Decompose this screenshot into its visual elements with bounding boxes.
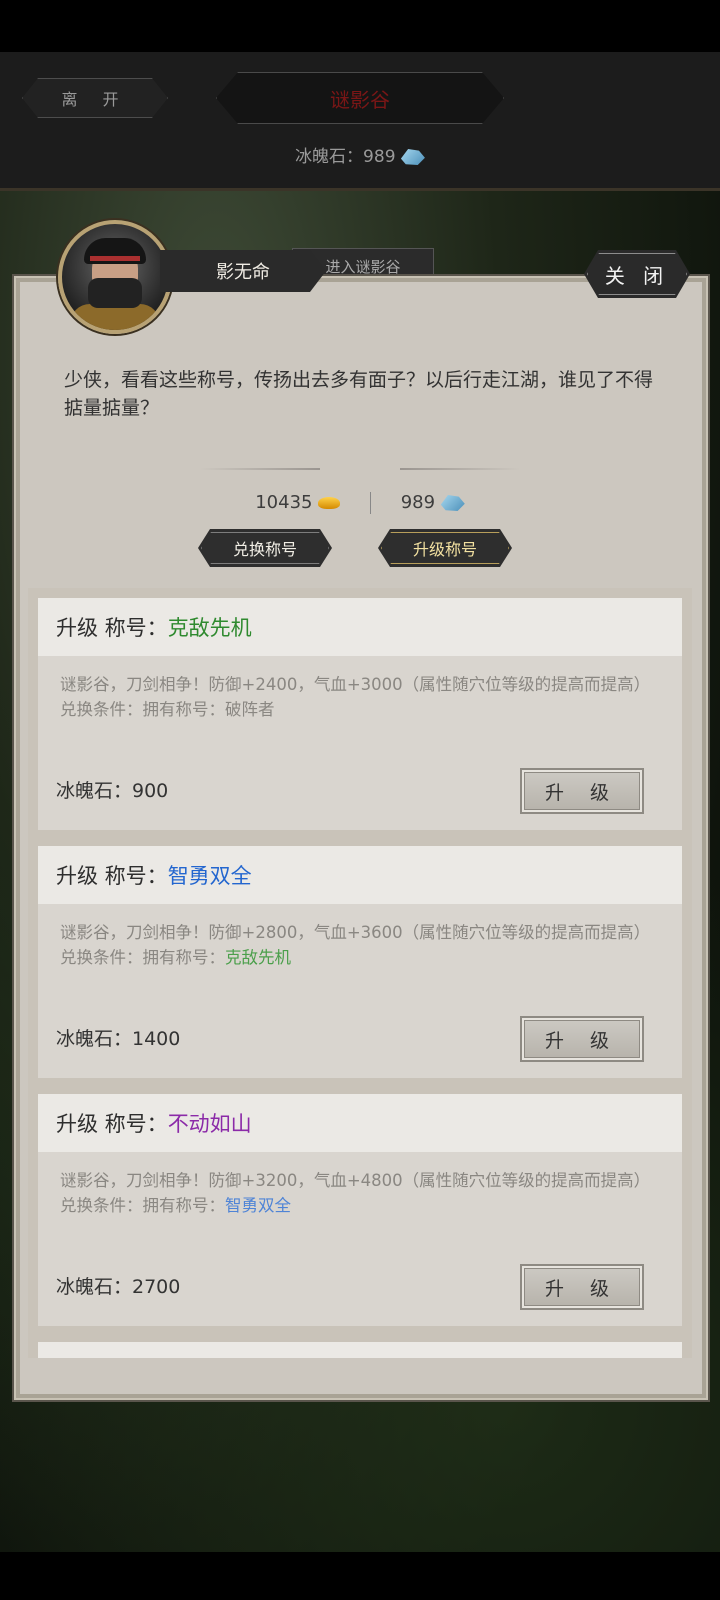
card-cost: 冰魄石：2700 <box>56 1276 181 1298</box>
upgrade-button[interactable]: 升 级 <box>520 1264 644 1310</box>
ice-stone-icon <box>400 149 425 165</box>
condition-label: 兑换条件：拥有称号： <box>60 1196 225 1215</box>
npc-avatar <box>58 220 172 334</box>
divider-left <box>200 468 320 470</box>
npc-dialogue: 少侠，看看这些称号，传扬出去多有面子？以后行走江湖，谁见了不得掂量掂量？ <box>64 369 654 419</box>
enter-valley-label: 进入谜影谷 <box>325 257 401 276</box>
condition-label: 兑换条件：拥有称号： <box>60 948 225 967</box>
npc-name: 影无命 <box>216 262 270 283</box>
navigation-bar <box>0 1552 720 1600</box>
tab-exchange-label: 兑换称号 <box>232 540 297 559</box>
card-cost: 冰魄石：900 <box>56 780 169 802</box>
upgrade-button[interactable]: 升 级 <box>520 768 644 814</box>
card-effect: 谜影谷，刀剑相争！防御+2400，气血+3000（属性随穴位等级的提高而提高） <box>60 675 651 694</box>
leave-label: 离 开 <box>61 90 129 109</box>
title-card <box>38 1342 682 1358</box>
close-button[interactable]: 关 闭 <box>584 250 690 298</box>
top-currency-label: 冰魄石：989 <box>295 147 396 167</box>
upgrade-label: 升 级 <box>544 1277 620 1300</box>
title-list[interactable]: 升级 称号： 克敌先机 谜影谷，刀剑相争！防御+2400，气血+3000（属性随… <box>28 588 692 1358</box>
card-prefix: 升级 称号： <box>56 864 168 888</box>
condition-value: 克敌先机 <box>225 948 291 967</box>
title-card: 升级 称号： 智勇双全 谜影谷，刀剑相争！防御+2800，气血+3600（属性随… <box>38 846 682 1078</box>
upgrade-label: 升 级 <box>544 781 620 804</box>
card-effect: 谜影谷，刀剑相争！防御+3200，气血+4800（属性随穴位等级的提高而提高） <box>60 1171 651 1190</box>
location-title: 谜影谷 <box>216 72 504 124</box>
gold-amount: 10435 <box>255 492 313 513</box>
tab-upgrade-label: 升级称号 <box>412 540 477 559</box>
ice-stone-icon <box>440 495 465 511</box>
condition-value: 破阵者 <box>225 700 275 719</box>
close-label: 关 闭 <box>604 263 670 288</box>
condition-value: 智勇双全 <box>225 1196 291 1215</box>
card-description: 谜影谷，刀剑相争！防御+2400，气血+3000（属性随穴位等级的提高而提高） … <box>60 672 660 722</box>
tab-exchange-title[interactable]: 兑换称号 <box>198 529 332 567</box>
currency-separator <box>369 492 371 514</box>
location-label: 谜影谷 <box>330 87 390 112</box>
gold-ingot-icon <box>318 497 341 509</box>
card-header <box>38 1342 682 1358</box>
card-condition: 兑换条件：拥有称号：智勇双全 <box>60 1193 660 1218</box>
npc-name-plate: 影无命 <box>160 250 326 292</box>
card-description: 谜影谷，刀剑相争！防御+3200，气血+4800（属性随穴位等级的提高而提高） … <box>60 1168 660 1218</box>
leave-button[interactable]: 离 开 <box>22 78 168 118</box>
title-card: 升级 称号： 克敌先机 谜影谷，刀剑相争！防御+2400，气血+3000（属性随… <box>38 598 682 830</box>
condition-label: 兑换条件：拥有称号： <box>60 700 225 719</box>
ice-stone-amount: 989 <box>400 492 436 513</box>
divider-right <box>400 468 520 470</box>
title-card: 升级 称号： 不动如山 谜影谷，刀剑相争！防御+3200，气血+4800（属性随… <box>38 1094 682 1326</box>
card-effect: 谜影谷，刀剑相争！防御+2800，气血+3600（属性随穴位等级的提高而提高） <box>60 923 651 942</box>
upgrade-button[interactable]: 升 级 <box>520 1016 644 1062</box>
card-cost: 冰魄石：1400 <box>56 1028 181 1050</box>
card-prefix: 升级 称号： <box>56 1112 168 1136</box>
card-description: 谜影谷，刀剑相争！防御+2800，气血+3600（属性随穴位等级的提高而提高） … <box>60 920 660 970</box>
card-prefix: 升级 称号： <box>56 616 168 640</box>
card-title: 克敌先机 <box>167 616 252 640</box>
upgrade-label: 升 级 <box>544 1029 620 1052</box>
currency-row: 10435 989 <box>0 492 720 514</box>
status-bar <box>0 0 720 52</box>
card-title: 不动如山 <box>167 1112 252 1136</box>
tab-upgrade-title[interactable]: 升级称号 <box>378 529 512 567</box>
card-header: 升级 称号： 克敌先机 <box>38 598 682 656</box>
card-title: 智勇双全 <box>167 864 252 888</box>
card-header: 升级 称号： 智勇双全 <box>38 846 682 904</box>
card-condition: 兑换条件：拥有称号：克敌先机 <box>60 945 660 970</box>
card-header: 升级 称号： 不动如山 <box>38 1094 682 1152</box>
top-currency: 冰魄石：989 <box>0 142 720 167</box>
card-condition: 兑换条件：拥有称号：破阵者 <box>60 697 660 722</box>
